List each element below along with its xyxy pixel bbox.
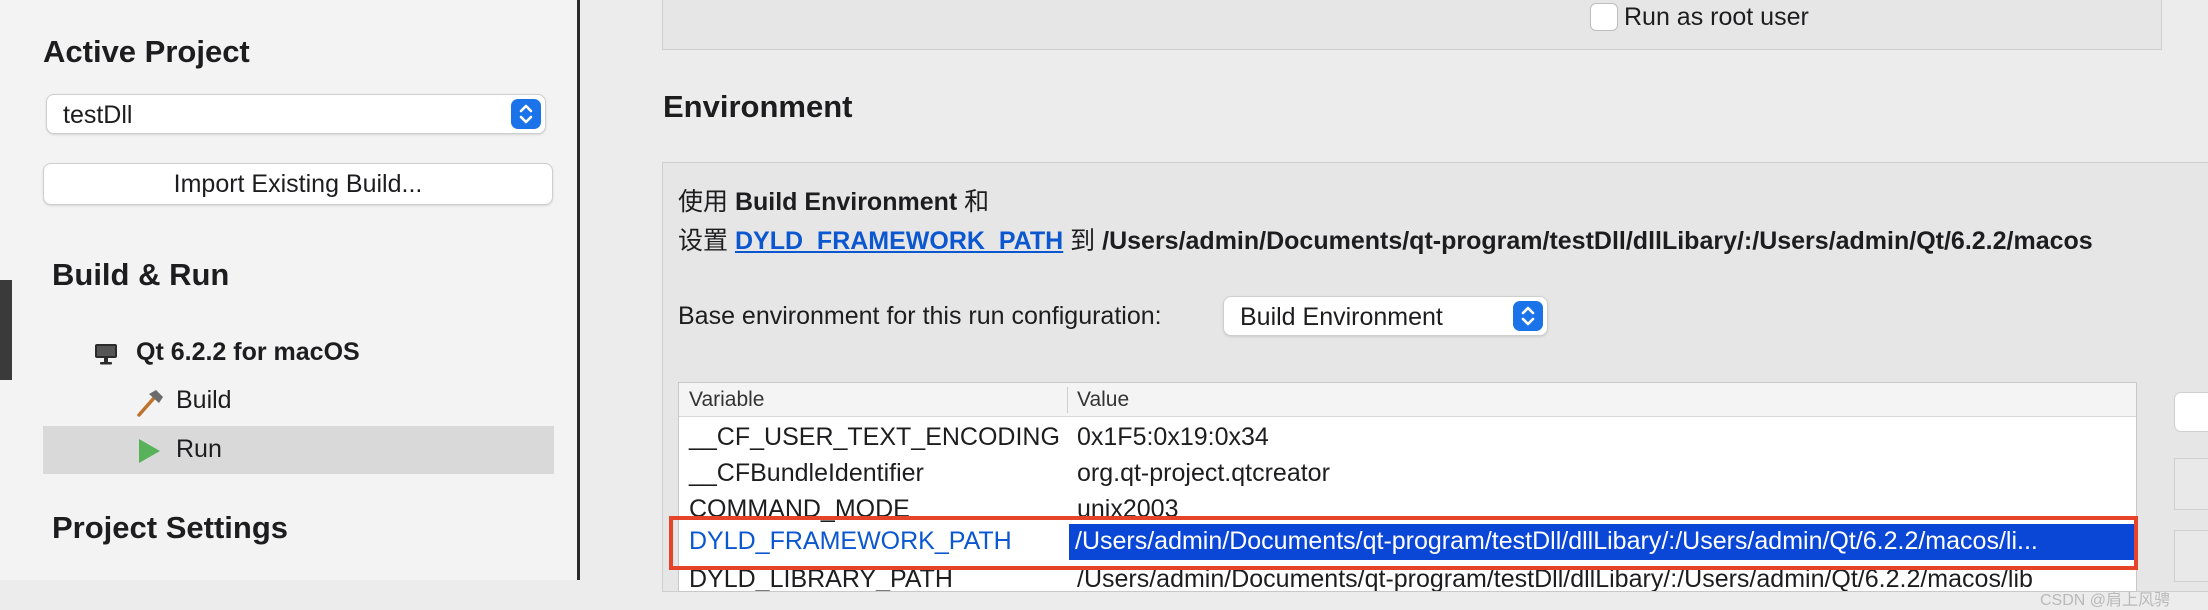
base-env-select-value: Build Environment [1240,303,1443,331]
play-icon [136,437,162,472]
run-settings-panel: Run as root user [662,0,2162,50]
dyld-framework-path-link[interactable]: DYLD_FRAMEWORK_PATH [735,227,1063,255]
monitor-icon [93,341,119,374]
env-line1-bold: Build Environment [734,188,958,216]
table-action-button[interactable] [2174,458,2208,510]
env-line2-mid: 到 [1070,227,1096,255]
window-edge [0,280,12,380]
run-label: Run [176,435,222,463]
base-env-label: Base environment for this run configurat… [678,302,1162,330]
base-env-select[interactable]: Build Environment [1223,296,1548,336]
row-value: 0x1F5:0x19:0x34 [1077,423,1269,451]
watermark: CSDN @肩上风骋 [2040,592,2171,609]
column-separator [1067,387,1068,413]
env-line2-prefix: 设置 [678,227,729,255]
row-variable: __CFBundleIdentifier [689,459,924,487]
env-line1-suffix: 和 [964,188,990,216]
annotation-highlight-box [669,516,2138,570]
run-item-selection [43,426,554,474]
sidebar: Active Project testDll Import Existing B… [0,0,580,580]
env-summary-line1: 使用 Build Environment 和 [678,182,989,218]
row-value: org.qt-project.qtcreator [1077,459,1330,487]
column-header-value[interactable]: Value [1077,388,1129,412]
env-line1-prefix: 使用 [678,188,729,216]
run-as-root-checkbox[interactable] [1590,3,1618,31]
import-existing-build-button[interactable]: Import Existing Build... [43,163,553,205]
table-header: Variable Value [679,383,2136,417]
table-action-button[interactable] [2174,392,2208,432]
table-action-button[interactable] [2174,530,2208,582]
project-select[interactable]: testDll [46,94,546,134]
active-project-title: Active Project [43,34,250,69]
build-run-title: Build & Run [52,257,230,292]
build-label: Build [176,386,232,414]
environment-title: Environment [663,89,853,124]
env-line2-path: /Users/admin/Documents/qt-program/testDl… [1102,227,2093,255]
project-settings-title: Project Settings [52,510,288,545]
env-summary-line2: 设置 DYLD_FRAMEWORK_PATH 到 /Users/admin/Do… [678,221,2093,257]
project-select-value: testDll [63,101,133,129]
updown-chevron-icon [1513,301,1543,331]
row-variable: __CF_USER_TEXT_ENCODING [689,423,1060,451]
run-as-root-label: Run as root user [1624,3,1809,31]
hammer-icon [134,388,164,425]
column-header-variable[interactable]: Variable [689,388,765,412]
kit-label: Qt 6.2.2 for macOS [136,338,360,366]
updown-chevron-icon [511,99,541,129]
